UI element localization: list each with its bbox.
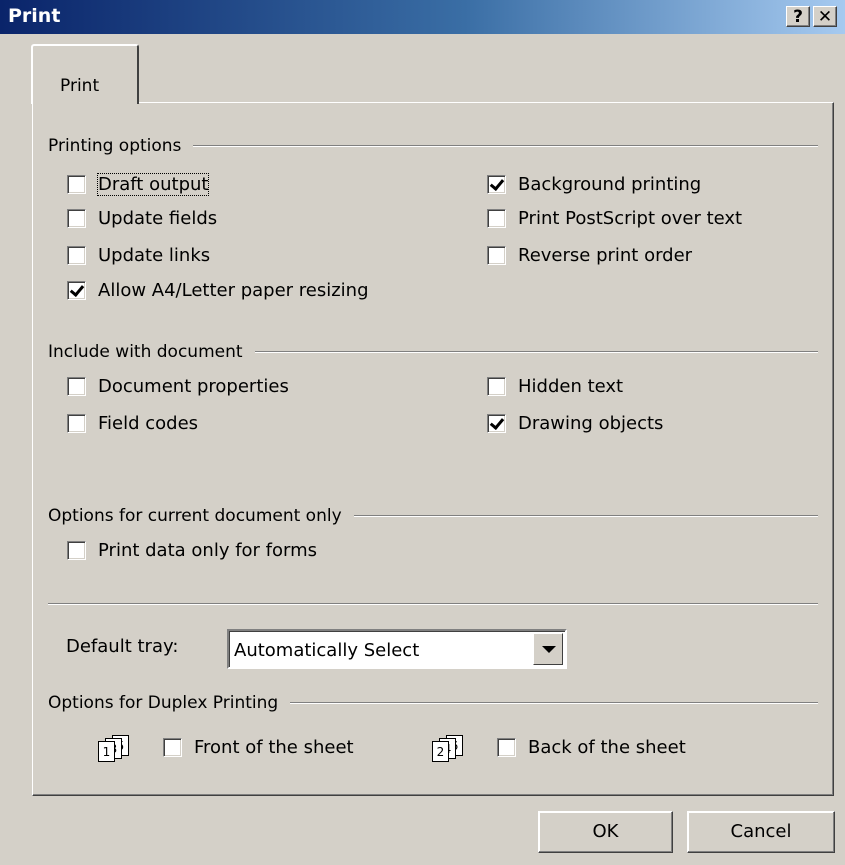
- checkbox-label: Back of the sheet: [528, 737, 686, 758]
- checkbox-box[interactable]: [497, 738, 516, 757]
- draft-output-checkbox[interactable]: Draft output: [67, 173, 210, 196]
- drawing-objects-checkbox[interactable]: Drawing objects: [487, 413, 663, 434]
- checkbox-box[interactable]: [487, 246, 506, 265]
- hidden-text-checkbox[interactable]: Hidden text: [487, 376, 623, 397]
- background-printing-checkbox[interactable]: Background printing: [487, 174, 701, 195]
- group-duplex: Options for Duplex Printing: [48, 693, 818, 713]
- close-button[interactable]: ✕: [813, 6, 837, 27]
- default-tray-select[interactable]: Automatically Select: [227, 629, 567, 669]
- front-of-sheet-checkbox[interactable]: Front of the sheet: [163, 737, 354, 758]
- group-label: Options for Duplex Printing: [48, 693, 279, 713]
- group-label: Printing options: [48, 136, 182, 156]
- checkbox-label: Front of the sheet: [194, 737, 354, 758]
- tab-panel: [32, 102, 834, 796]
- checkbox-label: Document properties: [98, 376, 289, 397]
- separator: [48, 603, 818, 605]
- update-links-checkbox[interactable]: Update links: [67, 245, 210, 266]
- checkbox-box[interactable]: [67, 414, 86, 433]
- allow-a4-letter-checkbox[interactable]: Allow A4/Letter paper resizing: [67, 280, 369, 301]
- checkbox-label: Update links: [98, 245, 211, 266]
- checkbox-box[interactable]: [487, 209, 506, 228]
- group-label: Include with document: [48, 342, 243, 362]
- group-printing-options: Printing options: [48, 136, 818, 156]
- tab-print[interactable]: Print: [31, 44, 139, 104]
- page-1: 1: [98, 741, 115, 762]
- field-codes-checkbox[interactable]: Field codes: [67, 413, 198, 434]
- update-fields-checkbox[interactable]: Update fields: [67, 208, 217, 229]
- checkbox-box[interactable]: [67, 175, 86, 194]
- checkbox-label: Reverse print order: [518, 245, 693, 266]
- back-pages-icon: 6 4 2: [432, 735, 492, 765]
- checkbox-box[interactable]: [487, 414, 506, 433]
- checkbox-label: Hidden text: [518, 376, 624, 397]
- checkbox-box[interactable]: [163, 738, 182, 757]
- cancel-button[interactable]: Cancel: [687, 811, 835, 853]
- help-button[interactable]: ?: [786, 6, 810, 27]
- front-pages-icon: 5 3 1: [98, 735, 158, 765]
- dropdown-arrow-icon[interactable]: [533, 633, 563, 665]
- group-include-with-document: Include with document: [48, 342, 818, 362]
- checkbox-box[interactable]: [67, 377, 86, 396]
- checkbox-box[interactable]: [67, 209, 86, 228]
- print-data-only-checkbox[interactable]: Print data only for forms: [67, 540, 317, 561]
- checkbox-box[interactable]: [487, 377, 506, 396]
- default-tray-label: Default tray:: [66, 636, 179, 657]
- checkbox-box[interactable]: [67, 281, 86, 300]
- window-title: Print: [8, 5, 61, 27]
- group-label: Options for current document only: [48, 506, 342, 526]
- checkbox-box[interactable]: [487, 175, 506, 194]
- tab-print-label: Print: [60, 76, 100, 96]
- checkbox-label: Draft output: [96, 173, 210, 196]
- checkbox-label: Background printing: [518, 174, 702, 195]
- checkbox-label: Allow A4/Letter paper resizing: [98, 280, 369, 301]
- title-bar: Print ? ✕: [0, 0, 845, 34]
- document-properties-checkbox[interactable]: Document properties: [67, 376, 289, 397]
- reverse-print-order-checkbox[interactable]: Reverse print order: [487, 245, 692, 266]
- checkbox-label: Print PostScript over text: [518, 208, 743, 229]
- back-of-sheet-checkbox[interactable]: Back of the sheet: [497, 737, 686, 758]
- checkbox-label: Drawing objects: [518, 413, 664, 434]
- ok-button[interactable]: OK: [538, 811, 673, 853]
- checkbox-label: Field codes: [98, 413, 199, 434]
- checkbox-label: Update fields: [98, 208, 218, 229]
- page-2: 2: [432, 741, 449, 762]
- checkbox-box[interactable]: [67, 541, 86, 560]
- group-current-document: Options for current document only: [48, 506, 818, 526]
- default-tray-value: Automatically Select: [234, 640, 420, 661]
- print-postscript-checkbox[interactable]: Print PostScript over text: [487, 208, 742, 229]
- checkbox-label: Print data only for forms: [98, 540, 318, 561]
- checkbox-box[interactable]: [67, 246, 86, 265]
